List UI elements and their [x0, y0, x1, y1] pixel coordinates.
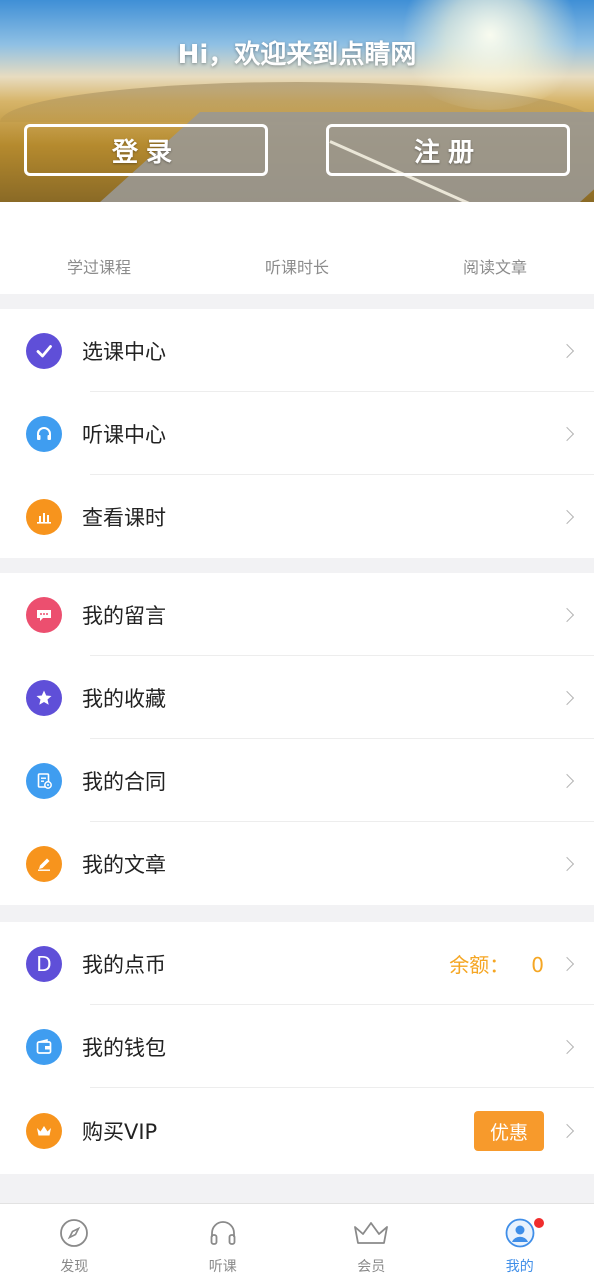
stat-courses-studied[interactable]: 学过课程 — [0, 202, 198, 294]
star-icon — [26, 679, 62, 716]
discount-badge[interactable]: 优惠 — [474, 1111, 544, 1151]
chevron-right-icon — [559, 773, 575, 788]
coin-balance: 余额： 0 — [449, 949, 544, 978]
menu-item-label: 我的留言 — [82, 603, 166, 628]
menu-item-my-coins[interactable]: D 我的点币 余额： 0 — [0, 922, 594, 1005]
d-coin-icon: D — [26, 945, 62, 982]
hero-banner: Hi，欢迎来到点睛网 登录 注册 — [0, 0, 594, 202]
menu-item-my-contracts[interactable]: 我的合同 — [0, 739, 594, 822]
pencil-icon — [26, 845, 62, 882]
chevron-right-icon — [559, 1039, 575, 1054]
menu-item-label: 我的钱包 — [82, 1035, 166, 1060]
menu-item-my-messages[interactable]: 我的留言 — [0, 573, 594, 656]
chevron-right-icon — [559, 343, 575, 358]
tab-listen[interactable]: 听课 — [149, 1204, 298, 1280]
balance-label: 余额： — [449, 953, 510, 977]
chevron-right-icon — [559, 607, 575, 622]
menu-group-courses: 选课中心 听课中心 查看课时 — [0, 309, 594, 558]
welcome-text: Hi，欢迎来到点睛网 — [177, 40, 417, 70]
bottom-tab-bar: 发现 听课 会员 我的 — [0, 1203, 594, 1280]
menu-item-my-favorites[interactable]: 我的收藏 — [0, 656, 594, 739]
chevron-right-icon — [559, 856, 575, 871]
stat-listening-time[interactable]: 听课时长 — [198, 202, 396, 294]
menu-item-label: 我的合同 — [82, 769, 166, 794]
chevron-right-icon — [559, 690, 575, 705]
menu-item-buy-vip[interactable]: 购买VIP 优惠 — [0, 1088, 594, 1174]
message-icon — [26, 596, 62, 633]
menu-item-course-selection[interactable]: 选课中心 — [0, 309, 594, 392]
chevron-right-icon — [559, 509, 575, 524]
stats-bar: 学过课程 听课时长 阅读文章 — [0, 202, 594, 294]
user-icon — [505, 1218, 535, 1252]
compass-icon — [59, 1218, 89, 1252]
menu-item-my-articles[interactable]: 我的文章 — [0, 822, 594, 905]
bar-chart-icon — [26, 498, 62, 535]
menu-item-listening-center[interactable]: 听课中心 — [0, 392, 594, 475]
menu-group-personal: 我的留言 我的收藏 我的合同 我的文章 — [0, 573, 594, 905]
menu-item-label: 听课中心 — [82, 422, 166, 447]
menu-item-my-wallet[interactable]: 我的钱包 — [0, 1005, 594, 1088]
headphones-icon — [208, 1218, 238, 1252]
register-button[interactable]: 注册 — [326, 124, 570, 176]
tab-mine[interactable]: 我的 — [446, 1204, 594, 1280]
stat-label: 阅读文章 — [462, 258, 527, 277]
contract-icon — [26, 762, 62, 799]
menu-item-label: 我的点币 — [82, 952, 166, 977]
menu-item-label: 我的收藏 — [82, 686, 166, 711]
tab-label: 会员 — [357, 1259, 386, 1275]
tab-membership[interactable]: 会员 — [297, 1204, 446, 1280]
tab-label: 听课 — [208, 1259, 237, 1275]
tab-label: 我的 — [505, 1259, 534, 1275]
stat-label: 听课时长 — [264, 258, 329, 277]
tab-label: 发现 — [60, 1259, 89, 1275]
menu-item-label: 查看课时 — [82, 505, 166, 530]
chevron-right-icon — [559, 1123, 575, 1139]
tab-discover[interactable]: 发现 — [0, 1204, 149, 1280]
login-button[interactable]: 登录 — [24, 124, 268, 176]
balance-value: 0 — [531, 953, 544, 977]
notification-dot — [533, 1218, 544, 1228]
menu-item-label: 我的文章 — [82, 852, 166, 877]
wallet-icon — [26, 1028, 62, 1065]
d-coin-letter: D — [36, 951, 52, 976]
chevron-right-icon — [559, 956, 575, 971]
menu-item-label: 购买VIP — [82, 1120, 158, 1144]
menu-item-label: 选课中心 — [82, 339, 166, 364]
menu-item-view-hours[interactable]: 查看课时 — [0, 475, 594, 558]
chevron-right-icon — [559, 426, 575, 441]
check-icon — [26, 332, 62, 369]
menu-group-wallet: D 我的点币 余额： 0 我的钱包 购买VIP 优惠 — [0, 922, 594, 1174]
headphones-icon — [26, 415, 62, 452]
stat-label: 学过课程 — [66, 258, 131, 277]
stat-articles-read[interactable]: 阅读文章 — [396, 202, 594, 294]
crown-icon — [26, 1113, 62, 1149]
crown-icon — [351, 1218, 391, 1252]
